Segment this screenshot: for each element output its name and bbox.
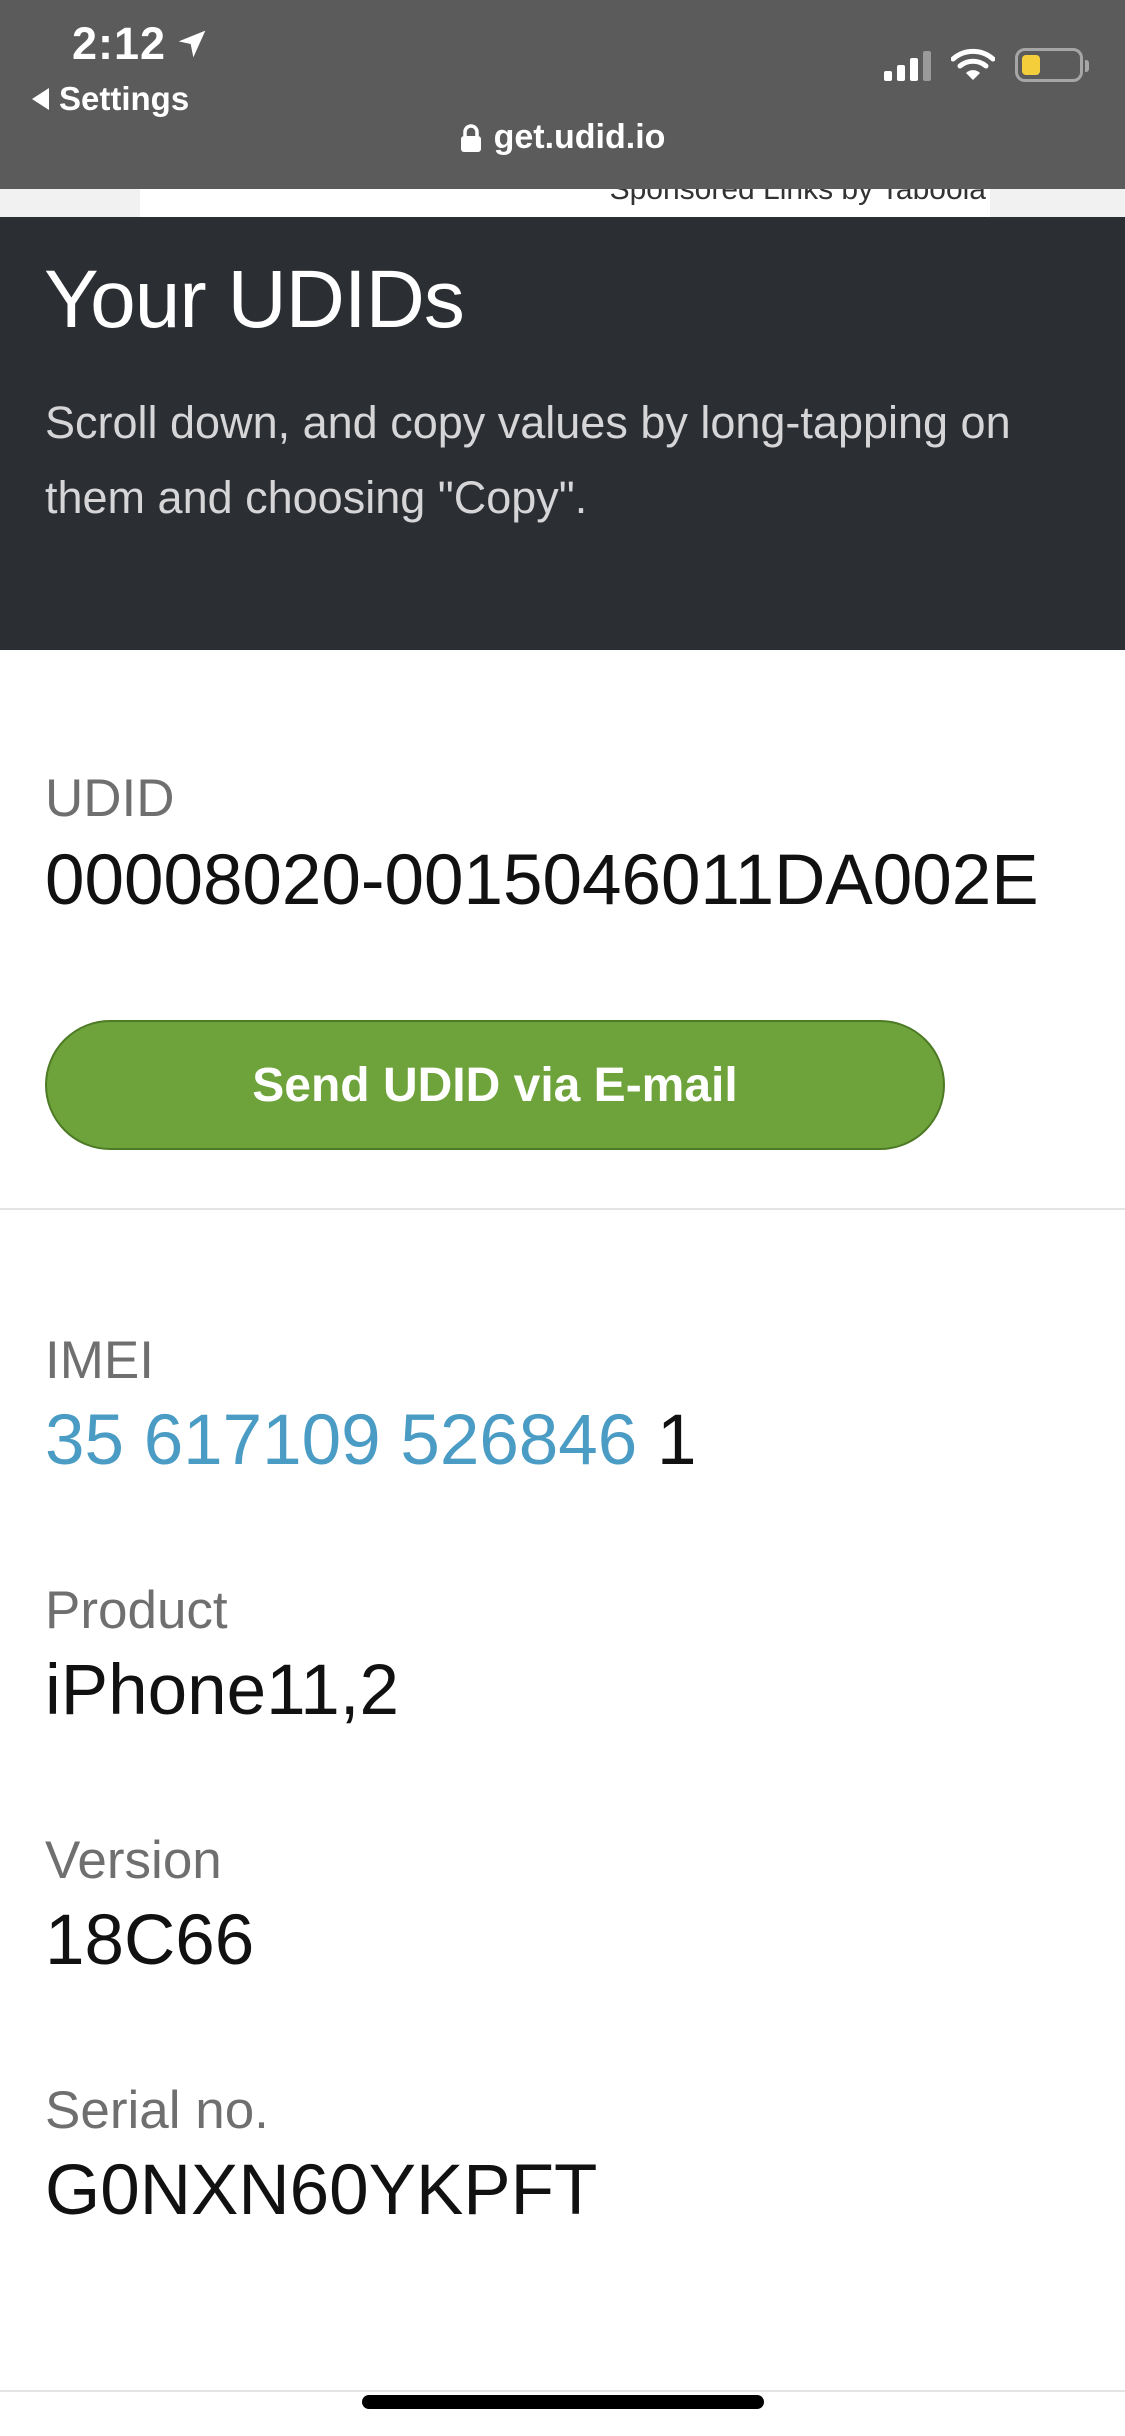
hero-section: Your UDIDs Scroll down, and copy values … [0, 217, 1125, 650]
back-to-settings-link[interactable]: Settings [32, 80, 189, 118]
cellular-signal-icon [884, 49, 931, 81]
imei-value[interactable]: 35 617109 526846 1 [45, 1400, 697, 1481]
back-arrow-icon [32, 88, 49, 110]
send-udid-email-label: Send UDID via E-mail [252, 1058, 738, 1112]
status-bar: 2:12 Settings get.udid.io [0, 0, 1125, 189]
battery-icon [1015, 48, 1089, 82]
time-text: 2:12 [72, 18, 167, 69]
product-value[interactable]: iPhone11,2 [45, 1650, 399, 1731]
home-indicator[interactable] [362, 2395, 764, 2409]
udid-value[interactable]: 00008020-0015046011DA002E [45, 840, 1039, 921]
page-title: Your UDIDs [44, 254, 465, 345]
page-subtitle: Scroll down, and copy values by long-tap… [45, 397, 1011, 523]
version-value[interactable]: 18C66 [45, 1900, 254, 1981]
serial-value[interactable]: G0NXN60YKPFT [45, 2150, 597, 2231]
send-udid-email-button[interactable]: Send UDID via E-mail [45, 1020, 945, 1150]
serial-label: Serial no. [45, 2081, 269, 2140]
status-time: 2:12 [72, 18, 208, 70]
bottom-divider [0, 2390, 1125, 2392]
status-icons [884, 48, 1089, 82]
lock-icon [460, 123, 481, 152]
imei-label: IMEI [45, 1331, 154, 1390]
section-divider [0, 1208, 1125, 1210]
ad-strip: Sponsored Links by Taboola [0, 189, 1125, 217]
location-arrow-icon [178, 30, 206, 58]
url-bar[interactable]: get.udid.io [0, 118, 1125, 157]
wifi-icon [951, 48, 995, 80]
sponsored-banner[interactable]: Sponsored Links by Taboola [140, 189, 990, 217]
udid-label: UDID [45, 769, 175, 828]
url-text: get.udid.io [493, 118, 666, 156]
imei-suffix: 1 [637, 1401, 697, 1480]
product-label: Product [45, 1581, 228, 1640]
version-label: Version [45, 1831, 222, 1890]
imei-phone-link[interactable]: 35 617109 526846 [45, 1401, 637, 1480]
sponsored-text: Sponsored Links by Taboola [609, 189, 986, 206]
back-link-label: Settings [59, 80, 190, 117]
